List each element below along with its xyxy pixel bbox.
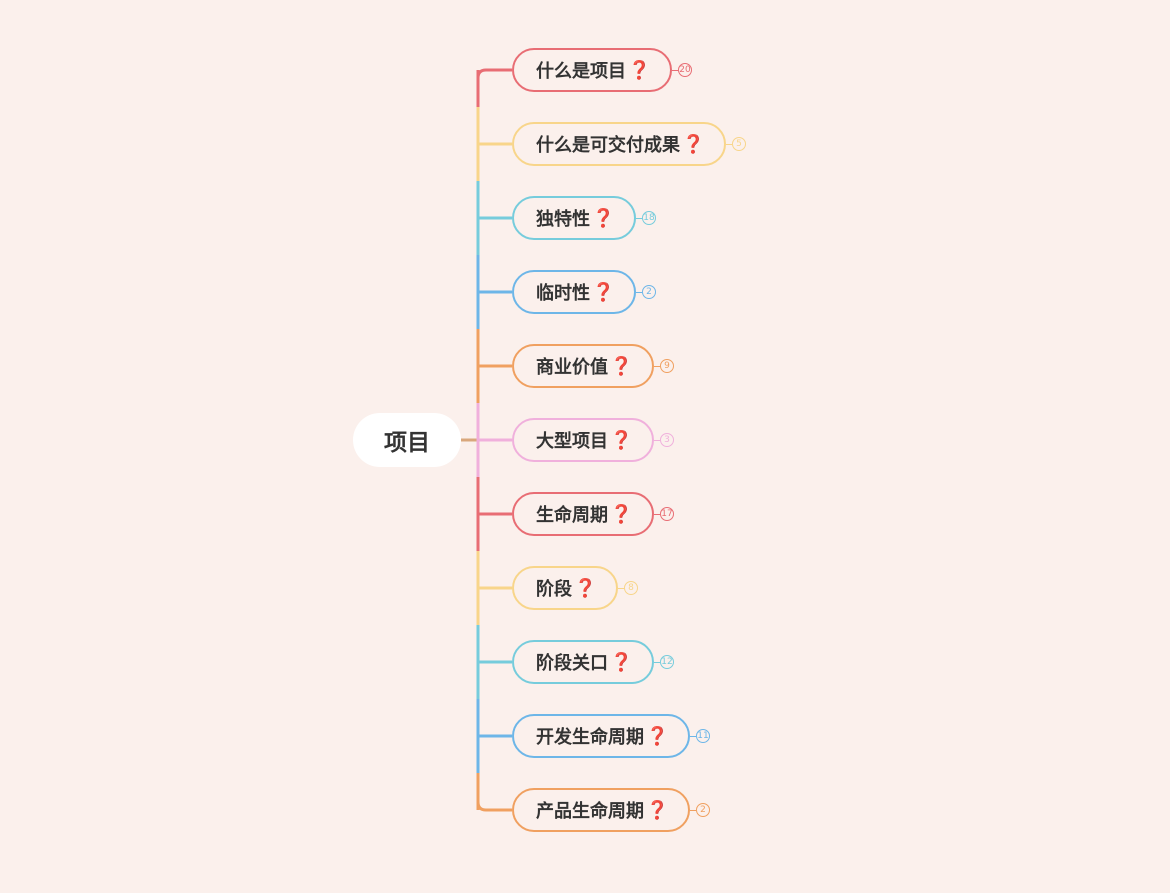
subtopic-node[interactable]: 阶段关口 ❓ [512, 640, 655, 684]
child-count-badge[interactable]: 17 [660, 507, 674, 521]
subtopic-label: 独特性 [536, 209, 590, 230]
red-question-mark-icon: ❓ [682, 133, 705, 155]
subtopic-label: 阶段 [536, 579, 572, 600]
red-question-mark-icon: ❓ [610, 503, 633, 525]
subtopic-label: 大型项目 [536, 431, 608, 452]
subtopic-label: 产品生命周期 [536, 801, 644, 822]
subtopic-node[interactable]: 开发生命周期 ❓ [512, 714, 691, 758]
root-topic-label: 项目 [384, 430, 430, 456]
child-count-badge[interactable]: 8 [624, 581, 638, 595]
child-count-badge[interactable]: 9 [660, 359, 674, 373]
red-question-mark-icon: ❓ [628, 59, 651, 81]
subtopic-node[interactable]: 生命周期 ❓ [512, 492, 655, 536]
subtopic-label: 商业价值 [536, 357, 608, 378]
red-question-mark-icon: ❓ [610, 355, 633, 377]
red-question-mark-icon: ❓ [574, 577, 597, 599]
subtopic-node[interactable]: 独特性 ❓ [512, 196, 637, 240]
child-count-badge[interactable]: 5 [732, 137, 746, 151]
red-question-mark-icon: ❓ [610, 651, 633, 673]
subtopic-node[interactable]: 大型项目 ❓ [512, 418, 655, 462]
root-topic[interactable]: 项目 [353, 413, 461, 467]
branch-line [476, 801, 512, 812]
child-count-badge[interactable]: 2 [642, 285, 656, 299]
subtopic-label: 开发生命周期 [536, 727, 644, 748]
child-count-badge[interactable]: 20 [678, 63, 692, 77]
branch-line [476, 68, 512, 79]
subtopic-label: 临时性 [536, 283, 590, 304]
subtopic-label: 什么是项目 [536, 61, 626, 82]
subtopic-node[interactable]: 什么是项目 ❓ [512, 48, 673, 92]
child-count-badge[interactable]: 12 [660, 655, 674, 669]
red-question-mark-icon: ❓ [592, 207, 615, 229]
subtopic-label: 生命周期 [536, 505, 608, 526]
child-count-badge[interactable]: 11 [696, 729, 710, 743]
red-question-mark-icon: ❓ [610, 429, 633, 451]
subtopic-node[interactable]: 产品生命周期 ❓ [512, 788, 691, 832]
child-count-badge[interactable]: 2 [696, 803, 710, 817]
child-count-badge[interactable]: 3 [660, 433, 674, 447]
red-question-mark-icon: ❓ [592, 281, 615, 303]
subtopic-label: 什么是可交付成果 [536, 135, 680, 156]
subtopic-label: 阶段关口 [536, 653, 608, 674]
subtopic-node[interactable]: 阶段 ❓ [512, 566, 619, 610]
red-question-mark-icon: ❓ [646, 725, 669, 747]
subtopic-node[interactable]: 商业价值 ❓ [512, 344, 655, 388]
child-count-badge[interactable]: 18 [642, 211, 656, 225]
subtopic-node[interactable]: 临时性 ❓ [512, 270, 637, 314]
subtopic-node[interactable]: 什么是可交付成果 ❓ [512, 122, 727, 166]
red-question-mark-icon: ❓ [646, 799, 669, 821]
mind-map-canvas: 项目 什么是项目 ❓ 20 什么是可交付成果 ❓ 5 独特性 ❓ 18 临时性 ❓ 2 商业价值 ❓ 9 大型… [0, 0, 1170, 893]
